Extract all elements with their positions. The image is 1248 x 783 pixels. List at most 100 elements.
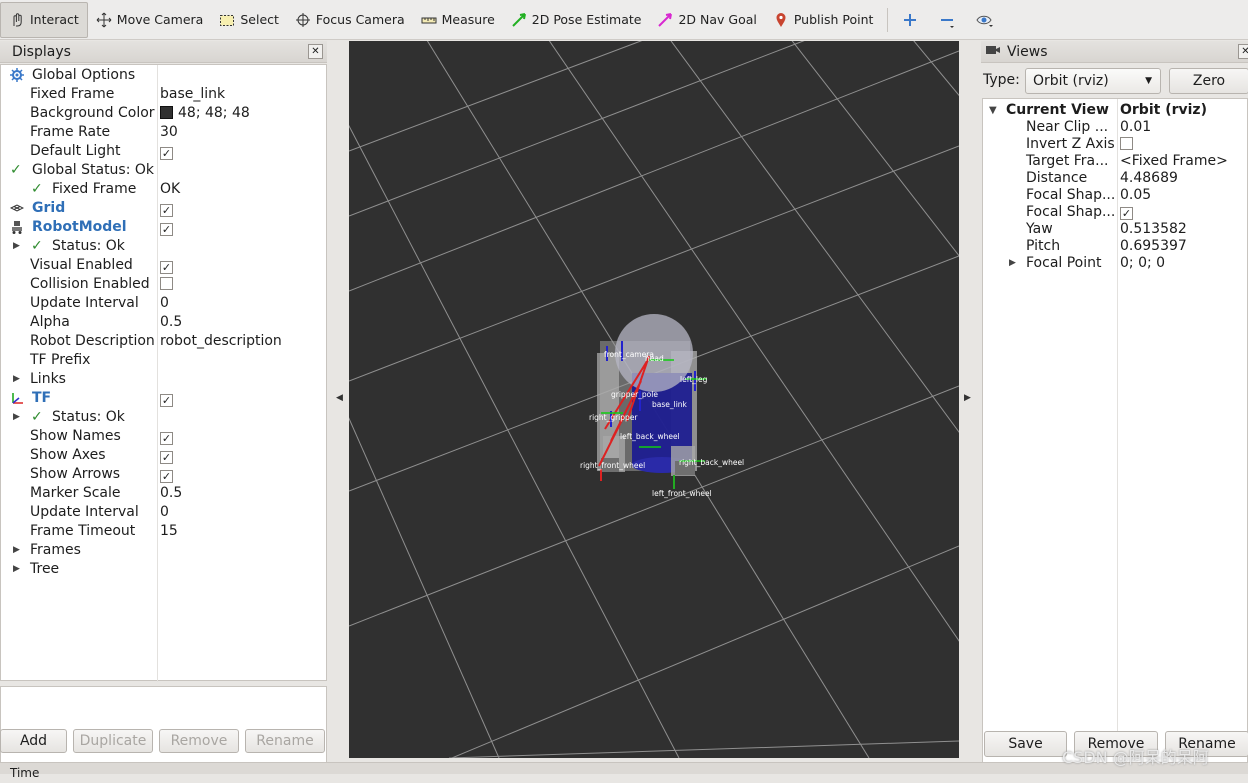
measure-tool-button[interactable]: Measure	[413, 2, 503, 38]
tree-row-tf-status[interactable]: ▶ ✓ Status: Ok	[1, 408, 326, 427]
default-light-checkbox[interactable]: ✓	[160, 147, 173, 160]
tree-row-robotmodel-status[interactable]: ▶ ✓ Status: Ok	[1, 237, 326, 256]
tree-row-links[interactable]: ▶ Links	[1, 370, 326, 389]
tree-row-show-names[interactable]: Show Names ✓	[1, 427, 326, 446]
tree-row-background-color[interactable]: Background Color 48; 48; 48	[1, 104, 326, 123]
right-splitter[interactable]: ▶	[960, 41, 978, 758]
tree-row-update-interval[interactable]: Update Interval 0	[1, 294, 326, 313]
view-value[interactable]: <Fixed Frame>	[1120, 153, 1228, 170]
focus-camera-tool-button[interactable]: Focus Camera	[287, 2, 413, 38]
tree-value[interactable]: 0	[160, 294, 169, 313]
view-row-current-view[interactable]: ▼ Current View Orbit (rviz)	[983, 102, 1247, 119]
view-type-select[interactable]: Orbit (rviz) ▼	[1025, 68, 1161, 94]
color-value[interactable]: 48; 48; 48	[160, 104, 250, 123]
view-value[interactable]: 0; 0; 0	[1120, 255, 1165, 272]
zero-view-button[interactable]: Zero	[1169, 68, 1248, 94]
tree-value[interactable]: 0.5	[160, 313, 182, 332]
tree-row-frames[interactable]: ▶ Frames	[1, 541, 326, 560]
expand-arrow-icon[interactable]: ▶	[13, 541, 20, 560]
collapse-right-arrow-icon[interactable]: ▶	[964, 393, 971, 403]
tree-value[interactable]: 0.5	[160, 484, 182, 503]
view-row-focal-point[interactable]: ▶ Focal Point 0; 0; 0	[983, 255, 1247, 272]
tree-key: Tree	[30, 561, 60, 577]
tree-row-tf[interactable]: TF ✓	[1, 389, 326, 408]
tree-value[interactable]: 30	[160, 123, 178, 142]
view-row-focal-shape-fixed[interactable]: Focal Shap... ✓	[983, 204, 1247, 221]
tree-row-show-arrows[interactable]: Show Arrows ✓	[1, 465, 326, 484]
view-key: Distance	[1026, 170, 1088, 186]
show-arrows-checkbox[interactable]: ✓	[160, 470, 173, 483]
collapse-arrow-icon[interactable]: ▼	[989, 102, 997, 119]
close-views-panel-button[interactable]: ✕	[1238, 44, 1248, 59]
close-displays-panel-button[interactable]: ✕	[308, 44, 323, 59]
show-axes-checkbox[interactable]: ✓	[160, 451, 173, 464]
view-value[interactable]: 0.05	[1120, 187, 1151, 204]
tree-key: RobotModel	[32, 219, 127, 235]
expand-arrow-icon[interactable]: ▶	[13, 560, 20, 579]
tree-row-tree[interactable]: ▶ Tree	[1, 560, 326, 579]
left-splitter[interactable]: ◀	[331, 41, 349, 758]
tree-row-marker-scale[interactable]: Marker Scale 0.5	[1, 484, 326, 503]
nav-goal-tool-button[interactable]: 2D Nav Goal	[649, 2, 764, 38]
expand-arrow-icon[interactable]: ▶	[13, 370, 20, 389]
move-camera-tool-button[interactable]: Move Camera	[88, 2, 212, 38]
tree-row-global-status[interactable]: ✓ Global Status: Ok	[1, 161, 326, 180]
duplicate-display-button[interactable]: Duplicate	[73, 729, 153, 753]
publish-point-tool-button[interactable]: Publish Point	[765, 2, 882, 38]
tree-row-default-light[interactable]: Default Light ✓	[1, 142, 326, 161]
tree-row-robot-description[interactable]: Robot Description robot_description	[1, 332, 326, 351]
tree-value[interactable]: 0	[160, 503, 169, 522]
tree-value[interactable]: 15	[160, 522, 178, 541]
tree-row-frame-timeout[interactable]: Frame Timeout 15	[1, 522, 326, 541]
tree-row-fixed-frame[interactable]: Fixed Frame base_link	[1, 85, 326, 104]
tree-row-tf-update-interval[interactable]: Update Interval 0	[1, 503, 326, 522]
robotmodel-enabled-checkbox[interactable]: ✓	[160, 223, 173, 236]
invert-z-checkbox[interactable]	[1120, 137, 1133, 150]
expand-arrow-icon[interactable]: ▶	[13, 237, 20, 256]
pose-estimate-tool-button[interactable]: 2D Pose Estimate	[503, 2, 650, 38]
view-row-distance[interactable]: Distance 4.48689	[983, 170, 1247, 187]
interact-tool-button[interactable]: Interact	[0, 1, 88, 38]
checkmark-icon: ✓	[31, 238, 43, 254]
tree-row-grid[interactable]: Grid ✓	[1, 199, 326, 218]
expand-arrow-icon[interactable]: ▶	[13, 408, 20, 427]
collision-enabled-checkbox[interactable]	[160, 277, 173, 290]
tree-value[interactable]: base_link	[160, 85, 225, 104]
add-display-button[interactable]: Add	[0, 729, 67, 753]
tree-row-global-options[interactable]: Global Options	[1, 66, 326, 85]
tree-row-fixed-frame-status[interactable]: ✓ Fixed Frame OK	[1, 180, 326, 199]
tree-row-show-axes[interactable]: Show Axes ✓	[1, 446, 326, 465]
tree-row-tf-prefix[interactable]: TF Prefix	[1, 351, 326, 370]
select-tool-button[interactable]: Select	[211, 2, 287, 38]
view-row-yaw[interactable]: Yaw 0.513582	[983, 221, 1247, 238]
grid-enabled-checkbox[interactable]: ✓	[160, 204, 173, 217]
tree-row-collision-enabled[interactable]: Collision Enabled	[1, 275, 326, 294]
view-value[interactable]: 0.695397	[1120, 238, 1187, 255]
view-row-near-clip[interactable]: Near Clip ... 0.01	[983, 119, 1247, 136]
remove-tool-button[interactable]	[931, 2, 968, 38]
view-value[interactable]: 0.513582	[1120, 221, 1187, 238]
expand-arrow-icon[interactable]: ▶	[1009, 255, 1016, 272]
tree-value[interactable]: robot_description	[160, 332, 282, 351]
view-row-pitch[interactable]: Pitch 0.695397	[983, 238, 1247, 255]
tree-row-robotmodel[interactable]: RobotModel ✓	[1, 218, 326, 237]
visual-enabled-checkbox[interactable]: ✓	[160, 261, 173, 274]
show-names-checkbox[interactable]: ✓	[160, 432, 173, 445]
tf-enabled-checkbox[interactable]: ✓	[160, 394, 173, 407]
save-view-button[interactable]: Save	[984, 731, 1067, 757]
view-options-button[interactable]	[968, 2, 1005, 38]
remove-display-button[interactable]: Remove	[159, 729, 239, 753]
view-row-focal-shape-size[interactable]: Focal Shap... 0.05	[983, 187, 1247, 204]
rename-display-button[interactable]: Rename	[245, 729, 325, 753]
view-row-target-frame[interactable]: Target Fra... <Fixed Frame>	[983, 153, 1247, 170]
collapse-left-arrow-icon[interactable]: ◀	[336, 393, 343, 403]
view-value[interactable]: 4.48689	[1120, 170, 1178, 187]
tree-row-alpha[interactable]: Alpha 0.5	[1, 313, 326, 332]
render-viewport[interactable]: head front_camera left_leg gripper_pole …	[349, 41, 959, 758]
tree-row-frame-rate[interactable]: Frame Rate 30	[1, 123, 326, 142]
focal-shape-fixed-checkbox[interactable]: ✓	[1120, 207, 1133, 220]
add-tool-button[interactable]	[894, 2, 931, 38]
view-row-invert-z[interactable]: Invert Z Axis	[983, 136, 1247, 153]
view-value[interactable]: 0.01	[1120, 119, 1151, 136]
tree-row-visual-enabled[interactable]: Visual Enabled ✓	[1, 256, 326, 275]
